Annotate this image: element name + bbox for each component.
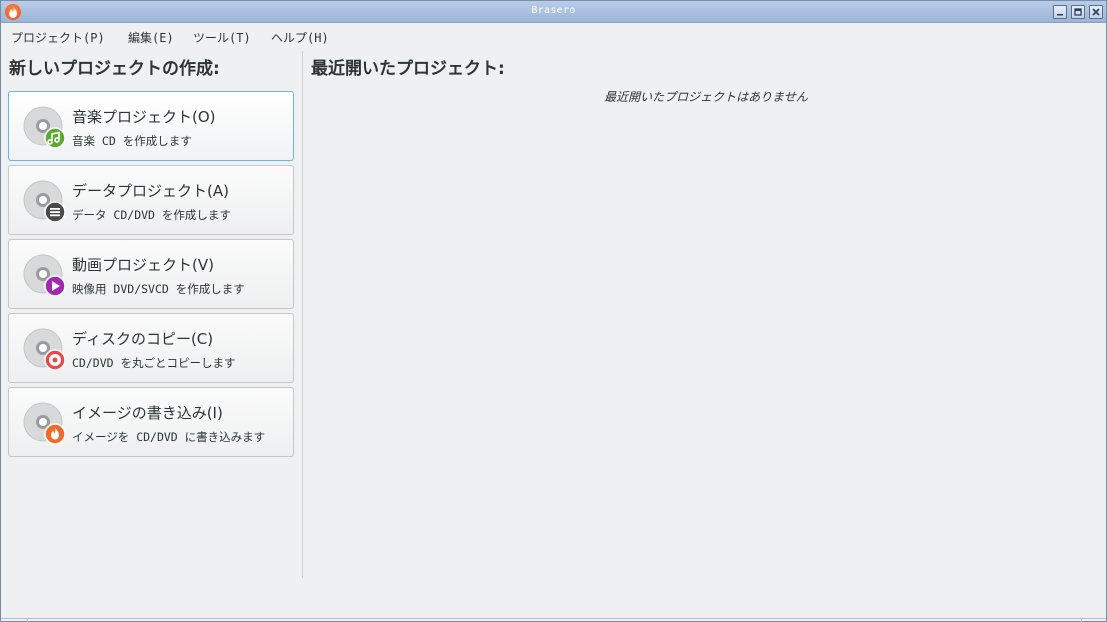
menu-tools[interactable]: ツール(T): [193, 29, 251, 46]
audio-project-desc: 音楽 CD を作成します: [72, 134, 192, 148]
burn-image-button[interactable]: イメージの書き込み(I) イメージを CD/DVD に書き込みます: [8, 387, 294, 457]
audio-disc-icon: [23, 106, 65, 148]
burn-disc-icon: [23, 402, 65, 444]
video-project-desc: 映像用 DVD/SVCD を作成します: [72, 282, 245, 296]
pane-divider[interactable]: [302, 51, 303, 578]
play-icon: [44, 275, 65, 296]
menu-bar: プロジェクト(P) 編集(E) ツール(T) ヘルプ(H): [1, 24, 1106, 48]
menu-help[interactable]: ヘルプ(H): [271, 29, 329, 46]
audio-project-button[interactable]: 音楽プロジェクト(O) 音楽 CD を作成します: [8, 91, 294, 161]
title-bar[interactable]: Brasero: [1, 1, 1106, 23]
window-title: Brasero: [531, 5, 576, 16]
music-note-icon: [44, 127, 65, 148]
data-project-button[interactable]: データプロジェクト(A) データ CD/DVD を作成します: [8, 165, 294, 235]
recent-projects-heading: 最近開いたプロジェクト:: [311, 59, 505, 79]
copy-disc-icon: [23, 328, 65, 370]
maximize-icon: [1074, 8, 1082, 16]
video-project-label: 動画プロジェクト(V): [72, 256, 214, 274]
data-disc-icon: [23, 180, 65, 222]
menu-edit[interactable]: 編集(E): [128, 29, 174, 46]
minimize-button[interactable]: [1053, 5, 1067, 19]
audio-project-label: 音楽プロジェクト(O): [72, 108, 216, 126]
burn-image-label: イメージの書き込み(I): [72, 404, 223, 422]
minimize-icon: [1057, 14, 1063, 16]
video-disc-icon: [23, 254, 65, 296]
maximize-button[interactable]: [1071, 5, 1085, 19]
disc-copy-label: ディスクのコピー(C): [72, 330, 214, 348]
data-project-desc: データ CD/DVD を作成します: [72, 208, 231, 222]
video-project-button[interactable]: 動画プロジェクト(V) 映像用 DVD/SVCD を作成します: [8, 239, 294, 309]
menu-project[interactable]: プロジェクト(P): [11, 29, 105, 46]
disc-copy-desc: CD/DVD を丸ごとコピーします: [72, 356, 236, 370]
disc-copy-button[interactable]: ディスクのコピー(C) CD/DVD を丸ごとコピーします: [8, 313, 294, 383]
flame-icon: [44, 423, 65, 444]
disc-target-icon: [44, 349, 65, 370]
list-icon: [44, 201, 65, 222]
burn-image-desc: イメージを CD/DVD に書き込みます: [72, 430, 266, 444]
recent-empty-message: 最近開いたプロジェクトはありません: [604, 90, 808, 104]
close-icon: [1092, 8, 1100, 16]
data-project-label: データプロジェクト(A): [72, 182, 229, 200]
new-project-heading: 新しいプロジェクトの作成:: [9, 59, 220, 79]
brasero-window: Brasero プロジェクト(P) 編集(E) ツール(T) ヘルプ(H) 新し…: [0, 0, 1107, 622]
close-button[interactable]: [1089, 5, 1103, 19]
status-bar: [1, 618, 1106, 622]
